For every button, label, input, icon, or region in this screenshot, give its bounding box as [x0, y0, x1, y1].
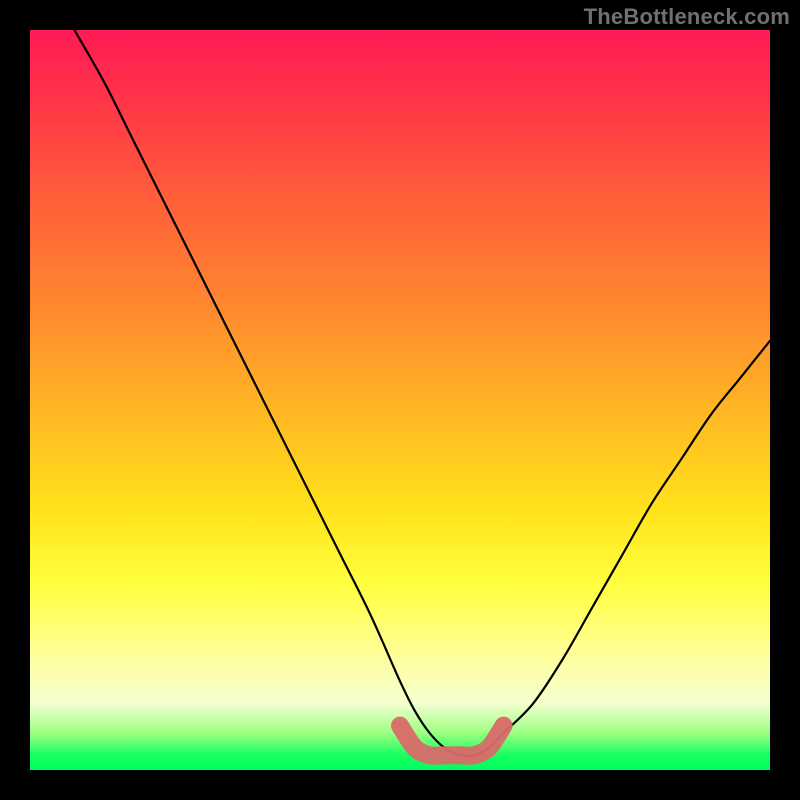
main-curve [74, 30, 770, 756]
highlight-band [400, 726, 504, 756]
watermark-text: TheBottleneck.com [584, 4, 790, 30]
chart-frame: TheBottleneck.com [0, 0, 800, 800]
curve-layer [30, 30, 770, 770]
plot-area [30, 30, 770, 770]
